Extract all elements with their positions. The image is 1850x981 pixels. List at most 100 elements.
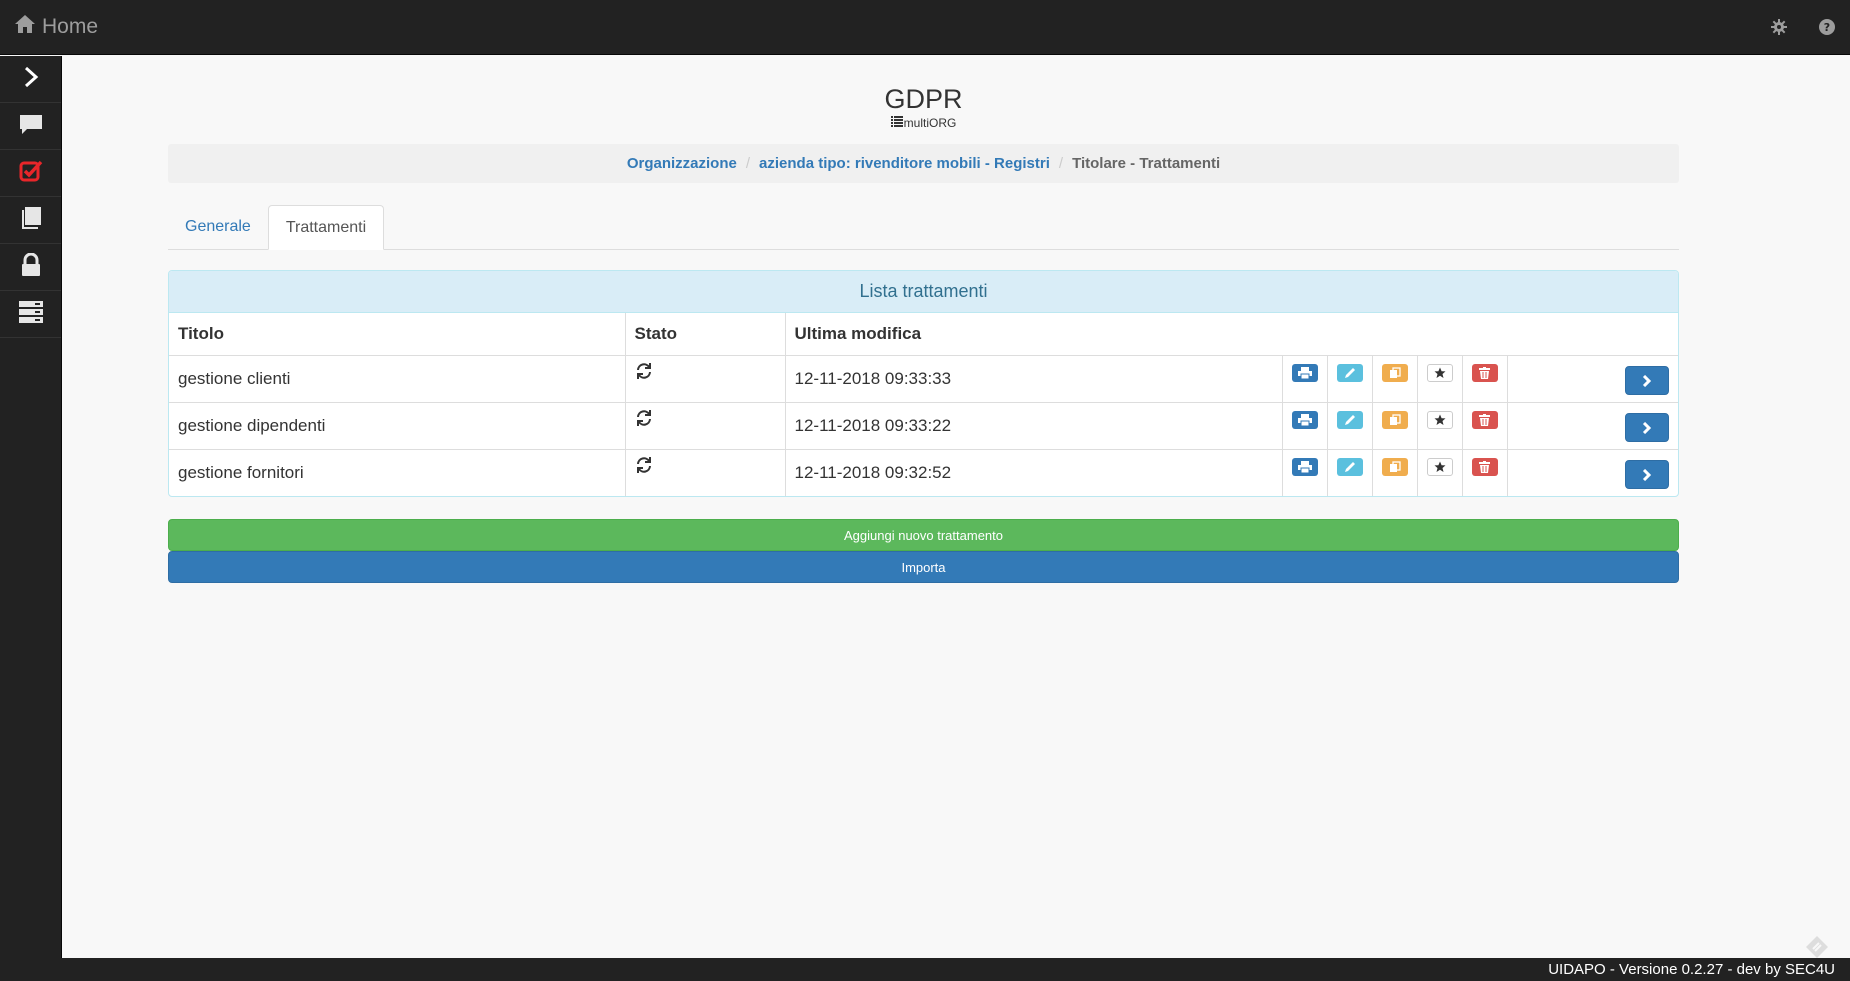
gear-icon[interactable] [1770,18,1788,36]
cell-titolo: gestione clienti [169,354,626,402]
action-cell [1462,448,1508,496]
pencil-icon [1344,414,1356,426]
list-icon [890,116,903,130]
breadcrumb: Organizzazione / azienda tipo: rivendito… [168,144,1679,183]
table-row: gestione dipendenti 12-11-2018 09:33:22 [169,401,1678,449]
star-icon [1434,461,1446,473]
open-trattamento-button[interactable] [1625,460,1669,490]
star-button[interactable] [1426,363,1453,382]
breadcrumb-current: Titolare - Trattamenti [1072,155,1221,172]
table-row: gestione clienti 12-11-2018 09:33:33 [169,354,1678,402]
cell-titolo: gestione dipendenti [169,401,626,449]
chevron-right-icon [1642,421,1652,434]
cell-ultima-modifica: 12-11-2018 09:33:22 [785,401,1283,449]
main-content: GDPR multiORG Organizzazione / azienda t… [62,56,1850,958]
sidebar [0,56,62,958]
cell-titolo: gestione fornitori [169,448,626,496]
open-trattamento-button[interactable] [1625,366,1669,395]
action-cell [1507,401,1678,449]
chevron-right-icon [1642,468,1652,481]
tab-trattamenti[interactable]: Trattamenti [267,205,385,250]
sidebar-item-servers[interactable] [0,291,61,338]
cell-stato [625,448,786,496]
print-icon [1297,366,1312,379]
subtitle-text: multiORG [903,116,957,130]
star-button[interactable] [1426,457,1453,476]
star-icon [1434,367,1446,379]
edit-button[interactable] [1336,457,1363,476]
delete-button[interactable] [1471,410,1498,429]
table-header-row: Titolo Stato Ultima modifica [169,313,1678,356]
action-cell [1282,354,1328,402]
comment-icon [18,113,44,140]
breadcrumb-registri[interactable]: azienda tipo: rivenditore mobili - Regis… [759,155,1050,172]
print-icon [1297,413,1312,426]
checkbox-icon [19,159,43,188]
copy-button[interactable] [1381,363,1408,382]
action-cell [1507,354,1678,402]
cell-stato [625,354,786,402]
trattamenti-panel: Lista trattamenti Titolo Stato Ultima mo… [168,270,1679,497]
action-cell [1282,448,1328,496]
action-cell [1417,354,1463,402]
delete-button[interactable] [1471,363,1498,382]
column-header-ultima-modifica: Ultima modifica [785,313,1678,356]
trattamenti-table: Titolo Stato Ultima modifica gestione cl… [169,313,1678,496]
print-button[interactable] [1291,410,1318,429]
delete-button[interactable] [1471,457,1498,476]
edit-button[interactable] [1336,410,1363,429]
action-cell [1282,401,1328,449]
action-cell [1372,448,1418,496]
top-navbar: Home ? [0,0,1850,55]
server-icon [18,300,44,329]
tab-generale[interactable]: Generale [168,205,268,249]
action-cell [1327,401,1373,449]
svg-text:?: ? [1824,21,1830,34]
sidebar-item-registers[interactable] [0,197,61,244]
sidebar-item-tasks[interactable] [0,150,61,197]
copy-button[interactable] [1381,457,1408,476]
open-trattamento-button[interactable] [1625,413,1669,442]
lock-icon [20,252,42,282]
cell-stato [625,401,786,449]
breadcrumb-separator: / [1058,155,1064,172]
print-button[interactable] [1291,363,1318,382]
action-cell [1507,448,1678,496]
copy-icon [1389,460,1401,473]
home-link[interactable]: Home [0,14,98,40]
footer-text: UIDAPO - Versione 0.2.27 - dev by SEC4U [1548,961,1835,978]
cell-ultima-modifica: 12-11-2018 09:32:52 [785,448,1283,496]
cell-ultima-modifica: 12-11-2018 09:33:33 [785,354,1283,402]
copy-button[interactable] [1381,410,1408,429]
action-cell [1372,401,1418,449]
breadcrumb-organizzazione[interactable]: Organizzazione [627,155,737,172]
sidebar-item-security[interactable] [0,244,61,291]
print-button[interactable] [1291,457,1318,476]
add-trattamento-button[interactable]: Aggiungi nuovo trattamento [168,519,1679,551]
action-cell [1462,401,1508,449]
import-button[interactable]: Importa [168,551,1679,583]
star-button[interactable] [1426,410,1453,429]
action-cell [1417,401,1463,449]
trash-icon [1479,366,1490,379]
edit-button[interactable] [1336,363,1363,382]
trash-icon [1479,460,1490,473]
sidebar-item-messages[interactable] [0,103,61,150]
action-cell [1462,354,1508,402]
tab-bar: Generale Trattamenti [168,205,1679,250]
action-cell [1372,354,1418,402]
print-icon [1297,460,1312,473]
copy-icon [1389,366,1401,379]
refresh-icon [635,456,653,478]
copy-icon [1389,413,1401,426]
action-cell [1327,354,1373,402]
sidebar-toggle[interactable] [0,56,61,103]
column-header-stato: Stato [625,313,786,356]
page-title: GDPR [884,84,963,114]
home-icon [14,14,42,40]
pencil-icon [1344,367,1356,379]
help-icon[interactable]: ? [1818,18,1836,36]
star-icon [1434,414,1446,426]
book-icon [20,206,42,235]
chevron-right-icon [1642,374,1652,387]
